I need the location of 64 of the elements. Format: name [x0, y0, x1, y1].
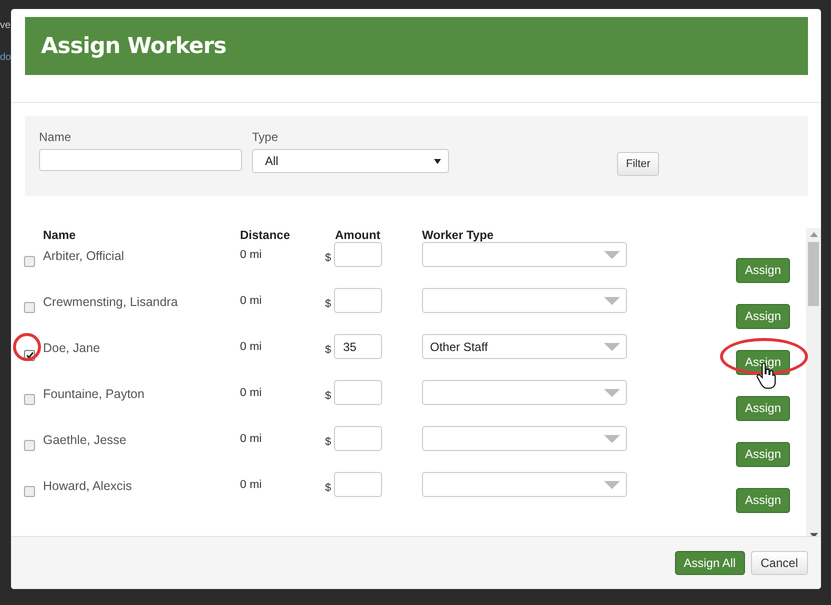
caret-icon [604, 296, 620, 304]
distance-text: 0 mi [240, 249, 263, 261]
currency-symbol: $ [325, 482, 332, 494]
column-header: Distance [240, 228, 292, 242]
distance-text: 0 mi [240, 341, 263, 353]
background-text: do [0, 52, 12, 63]
worker-name: Fountaine, Payton [43, 387, 146, 401]
amount-field[interactable] [334, 380, 382, 405]
checkbox[interactable] [24, 302, 35, 313]
amount-field[interactable]: 35 [334, 334, 382, 359]
currency-symbol: $ [325, 436, 332, 448]
amount-field[interactable] [334, 242, 382, 267]
worker-name: Gaethle, Jesse [43, 433, 128, 447]
assign-button[interactable]: Assign [736, 396, 790, 420]
scroll-up-icon[interactable] [810, 232, 818, 237]
assign-button[interactable]: Assign [736, 304, 790, 328]
checkbox[interactable] [24, 486, 35, 497]
assign-button[interactable]: Assign [736, 258, 790, 282]
worker-type-dropdown[interactable] [422, 288, 627, 313]
worker-type-dropdown[interactable] [422, 426, 627, 451]
caret-icon [604, 342, 620, 350]
scrollbar-thumb[interactable] [808, 242, 819, 306]
assign-button[interactable]: Assign [736, 442, 790, 466]
worker-name: Howard, Alexcis [43, 479, 133, 493]
checkbox[interactable] [24, 256, 35, 267]
caret-icon [604, 250, 620, 258]
caret-icon [604, 388, 620, 396]
filter-button[interactable]: Filter [617, 152, 660, 176]
name-label: Name [39, 130, 72, 144]
distance-text: 0 mi [240, 295, 263, 307]
worker-type-dropdown[interactable] [422, 472, 627, 497]
currency-symbol: $ [325, 298, 332, 310]
dialog-title: Assign Workers [41, 34, 226, 58]
worker-name: Doe, Jane [43, 341, 101, 355]
column-header: Name [43, 228, 77, 242]
type-label: Type [252, 130, 280, 144]
assign-all-button[interactable]: Assign All [674, 551, 745, 575]
worker-type-dropdown[interactable] [422, 242, 627, 267]
name-field[interactable] [39, 149, 242, 171]
background-text: ve [0, 20, 11, 31]
checkbox[interactable] [24, 440, 35, 451]
amount-field[interactable] [334, 288, 382, 313]
distance-text: 0 mi [240, 387, 263, 399]
distance-text: 0 mi [240, 433, 263, 445]
checkbox[interactable] [24, 394, 35, 405]
caret-icon [604, 480, 620, 488]
cancel-button[interactable]: Cancel [750, 551, 808, 575]
amount-field[interactable] [334, 426, 382, 451]
type-dropdown[interactable]: All [252, 149, 449, 173]
worker-name: Arbiter, Official [43, 249, 126, 263]
column-header: Worker Type [422, 228, 495, 242]
caret-icon [434, 158, 441, 164]
worker-name: Crewmensting, Lisandra [43, 295, 179, 309]
distance-text: 0 mi [240, 479, 263, 491]
currency-symbol: $ [325, 252, 332, 264]
worker-type-dropdown[interactable] [422, 380, 627, 405]
currency-symbol: $ [325, 344, 332, 356]
column-header: Amount [334, 228, 382, 242]
caret-icon [604, 434, 620, 442]
worker-type-dropdown[interactable]: Other Staff [422, 334, 627, 359]
currency-symbol: $ [325, 390, 332, 402]
scrollbar[interactable] [806, 228, 821, 538]
amount-field[interactable] [334, 472, 382, 497]
assign-button[interactable]: Assign [736, 488, 790, 512]
